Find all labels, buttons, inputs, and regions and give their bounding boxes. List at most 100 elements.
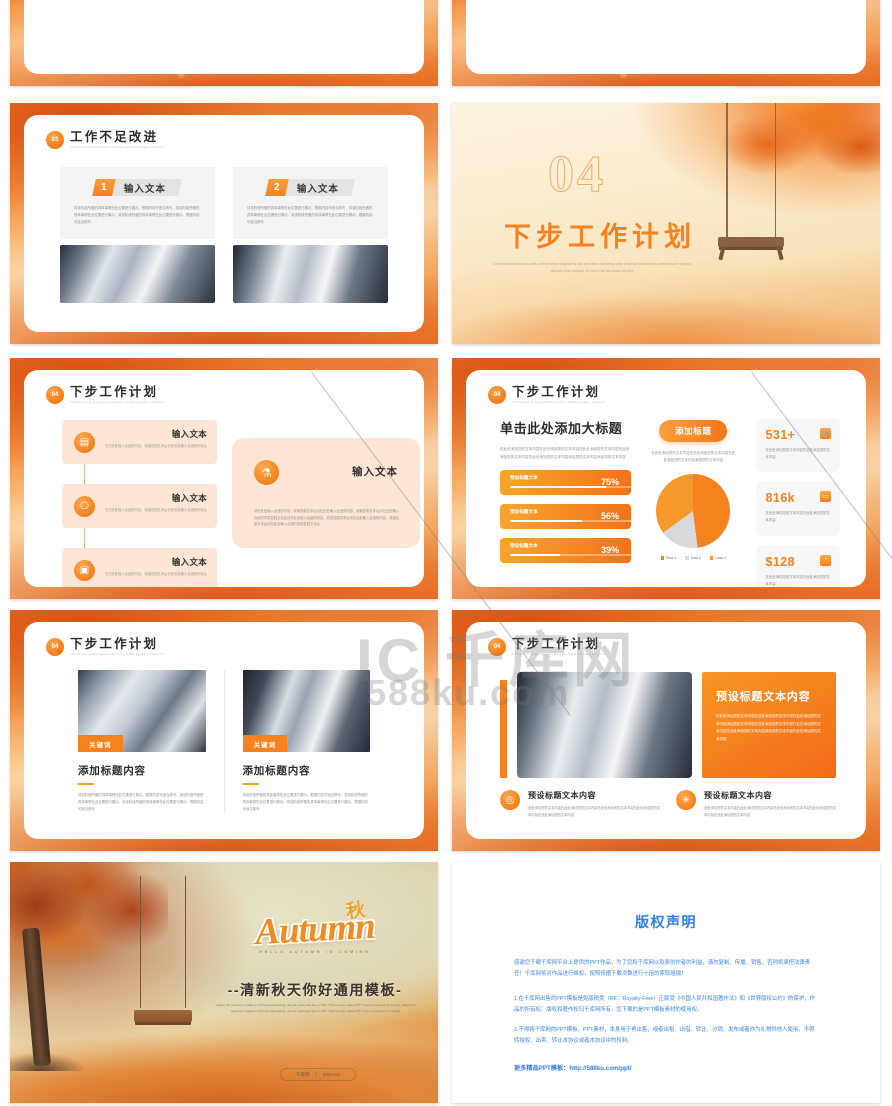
step-label: 输入文本 <box>112 179 183 196</box>
flask-icon: ⚗ <box>254 460 279 485</box>
list-item[interactable]: ⎔ 输入文本 请在此处输入合适的内容，或者复制文本后请在此处输入合适的内容后 <box>62 484 217 528</box>
section-badge: 04 <box>46 386 64 404</box>
section-number: 04 <box>548 146 606 204</box>
stat-desc: 在此处添加您的文本内容在此处添加您的文本内容 <box>765 511 830 523</box>
two-column-layout: 1 输入文本 将该阶段所做的具体事情在此位置进行展示。根据内容可适当简写，将该阶… <box>60 167 388 304</box>
copyright-link: 更多精品PPT模板：http://588ku.com/ppt/ <box>514 1065 632 1073</box>
feature-desc: 此处添加您的文本内容在此处添加您的文本内容在此处添加您的文本内容在此处添加您的文… <box>704 806 836 817</box>
slide-autumn-hero[interactable]: 秋 Autumn HELLO AUTUMN IS COMING --清新秋天你好… <box>10 862 438 1103</box>
autumn-wordmark: 秋 Autumn HELLO AUTUMN IS COMING <box>210 890 420 955</box>
photo <box>233 245 388 304</box>
bar-label: 预设标题文本 <box>510 509 538 515</box>
photo-card[interactable]: 关键词 添加标题内容 将该阶段所做的具体事情在此位置进行展示。根据内容可适当简写… <box>60 670 224 813</box>
keyword-tag: 关键词 <box>78 735 123 752</box>
column-2: 2 输入文本 将该阶段所做的具体事情在此位置进行展示。根据内容可适当简写，将该阶… <box>233 167 388 304</box>
panel-bottom: ◎ 预设标题文本内容 此处添加您的文本内容在此处添加您的文本内容在此处添加您的文… <box>500 790 836 818</box>
slide-section-cover-04[interactable]: 04 下步工作计划 Lorem ipsum dolor sit amet, co… <box>452 103 880 344</box>
slide-title: 下步工作计划 <box>512 385 601 400</box>
slide-timeline[interactable]: 04 下步工作计划 Introduction of atmospheric bu… <box>10 358 438 599</box>
progress-bar-2: 预设标题文本 56% <box>500 504 638 530</box>
clock-icon: ◔ <box>820 554 831 566</box>
card-heading: 添加标题内容 <box>78 765 146 777</box>
add-title-button[interactable]: 添加标题 <box>659 420 728 442</box>
photo-card[interactable]: 关键词 添加标题内容 将该阶段所做的具体事情在此位置进行展示。根据内容可适当简写… <box>225 670 389 813</box>
keyword-tag: 关键词 <box>242 735 287 752</box>
copyright-paragraph-3: 2.不得将千库网的PPT模板、PPT素材，本身用于再出售，或者出租、出借、转让、… <box>514 1027 815 1045</box>
slide-work-improvement[interactable]: 03 工作不足改进 Introduction of atmospheric bu… <box>10 103 438 344</box>
feature-item[interactable]: ✳ 预设标题文本内容 此处添加您的文本内容在此处添加您的文本内容在此处添加您的文… <box>676 790 836 818</box>
slide-data-dashboard[interactable]: 04 下步工作计划 Introduction of atmospheric bu… <box>452 358 880 599</box>
ppt-preview-page: ⌂ 输入标题文字 输入标题文字内容 89% 输入关键词 49% 输入关键词 <box>0 0 892 1106</box>
panel-heading: 输入文本 <box>352 466 398 478</box>
feature-heading: 预设标题文本内容 <box>528 791 596 800</box>
progress-bar-3: 预设标题文本 39% <box>500 538 638 564</box>
feature-item[interactable]: ◎ 预设标题文本内容 此处添加您的文本内容在此处添加您的文本内容在此处添加您的文… <box>500 790 660 818</box>
slide-card: ⌂ 输入标题文字 输入标题文字内容 89% 输入关键词 49% 输入关键词 <box>24 0 424 74</box>
card-heading: 添加标题内容 <box>242 765 311 777</box>
pie-chart <box>656 474 731 548</box>
slide-partial-top-left[interactable]: ⌂ 输入标题文字 输入标题文字内容 89% 输入关键词 49% 输入关键词 <box>10 0 438 86</box>
copyright-text: 感谢您下载千库网平台上提供的PPT作品，为了您和千库网以及原创作者的利益，请勿复… <box>514 958 818 1047</box>
bar-percent: 39% <box>600 545 619 556</box>
slide-orange-panel[interactable]: 04 下步工作计划 Introduction of atmospheric bu… <box>452 610 880 851</box>
main-heading: 单击此处添加大标题 <box>500 418 629 437</box>
stat-desc: 在此处添加您的文本内容在此处添加您的文本内容 <box>765 574 830 586</box>
step-description: 将该阶段所做的具体事情在此位置进行展示。根据内容可适当简写，将该阶段所做的具体事… <box>74 206 200 224</box>
timeline-list: ▤ 输入文本 请在此处输入合适的内容，或者复制文本后请在此处输入合适的内容后 ⎔… <box>62 420 217 587</box>
document-icon: ▤ <box>74 432 95 453</box>
badge-date: 2020.XX <box>322 1072 341 1077</box>
box-desc: 在此处添加您的文本内容在此处添加您的文本内容在此处添加您的文本内容添加您的文本内… <box>716 714 821 742</box>
section-badge: 03 <box>46 131 64 149</box>
slide-partial-top-right[interactable]: 后在此输入内容或者复制您的内容在这里通过复制您的文本后 <box>452 0 880 86</box>
section-subtitle: Lorem ipsum dolor sit amet, consectetuer… <box>493 262 691 273</box>
dashboard-left: 单击此处添加大标题 在此处添加您的文本内容在此处添加您的文本内容在此处添加您的文… <box>500 418 638 587</box>
item-heading: 输入文本 <box>171 493 207 503</box>
slide-header: 04 下步工作计划 Introduction of atmospheric bu… <box>46 637 163 656</box>
bar-label: 预设标题文本 <box>510 475 538 481</box>
slide-title: 下步工作计划 <box>70 637 159 652</box>
slide-subtitle: Introduction of atmospheric business sta… <box>70 400 164 404</box>
list-item[interactable]: ▣ 输入文本 请在此处输入合适的内容，或者复制文本后请在此处输入合适的内容后 <box>62 548 217 587</box>
feature-heading: 预设标题文本内容 <box>704 791 772 800</box>
panel-layout: 预设标题文本内容 在此处添加您的文本内容在此处添加您的文本内容在此处添加您的文本… <box>500 672 836 818</box>
box-heading: 预设标题文本内容 <box>716 691 811 703</box>
photo-card-row: 关键词 添加标题内容 将该阶段所做的具体事情在此位置进行展示。根据内容可适当简写… <box>60 670 388 813</box>
item-desc: 请在此处输入合适的内容，或者复制文本后请在此处输入合适的内容后 <box>104 508 207 512</box>
item-heading: 输入文本 <box>171 429 207 439</box>
wordmark-en: Autumn <box>254 905 376 954</box>
legend-item: Data 1 <box>660 556 676 560</box>
badge-row: 1 输入文本 <box>70 179 205 196</box>
slide-header: 03 工作不足改进 Introduction of atmospheric bu… <box>46 130 164 149</box>
slide-copyright[interactable]: 版权声明 感谢您下载千库网平台上提供的PPT作品，为了您和千库网以及原创作者的利… <box>452 862 880 1103</box>
slide-title: 下步工作计划 <box>70 385 159 400</box>
feature-desc: 此处添加您的文本内容在此处添加您的文本内容在此处添加您的文本内容在此处添加您的文… <box>528 806 660 817</box>
content-box: 1 输入文本 将该阶段所做的具体事情在此位置进行展示。根据内容可适当简写，将该阶… <box>60 167 215 240</box>
accent-bar <box>500 680 507 778</box>
timeline-detail-panel: ⚗ 输入文本 请在此处输入合适的内容，或者复制文本后请在此处输入合适的内容，或者… <box>232 438 420 548</box>
divider <box>242 783 259 785</box>
slide-background: 04 下步工作计划 Lorem ipsum dolor sit amet, co… <box>452 103 880 344</box>
main-desc: 在此处添加您的文本内容在此处添加您的文本内容在此处添加您的文本内容在此处添加您的… <box>500 447 630 459</box>
copyright-heading: 版权声明 <box>635 914 697 930</box>
column-1: 1 输入文本 将该阶段所做的具体事情在此位置进行展示。根据内容可适当简写，将该阶… <box>60 167 215 304</box>
stat-card: 816k ▭ 在此处添加您的文本内容在此处添加您的文本内容 <box>755 481 840 536</box>
slide-subtitle: Introduction of atmospheric business sta… <box>70 145 164 149</box>
swing-illustration <box>134 876 192 1036</box>
orange-text-box: 预设标题文本内容 在此处添加您的文本内容在此处添加您的文本内容在此处添加您的文本… <box>702 672 836 778</box>
section-badge: 04 <box>488 638 506 656</box>
card-desc: 将该阶段所做的具体事情在此位置进行展示。根据内容可适当简写，将该阶段所做的具体事… <box>78 792 204 811</box>
badge-row: 2 输入文本 <box>243 179 378 196</box>
copyright-paragraph-2: 1.在千库网出售的PPT模板是免版税类（RF：Royalty-Free）正版受《… <box>514 996 815 1014</box>
slide-photo-cards[interactable]: 04 下步工作计划 Introduction of atmospheric bu… <box>10 610 438 851</box>
section-badge: 04 <box>46 638 64 656</box>
target-icon: ◎ <box>500 790 520 810</box>
slide-card: 后在此输入内容或者复制您的内容在这里通过复制您的文本后 <box>466 0 866 74</box>
gear-icon: ✳ <box>676 790 696 810</box>
progress-bar-1: 预设标题文本 75% <box>500 470 638 496</box>
stat-card: 531+ 🔗 在此处添加您的文本内容在此处添加您的文本内容 <box>755 418 840 473</box>
slide-card: 04 下步工作计划 Introduction of atmospheric bu… <box>466 622 866 839</box>
step-label: 输入文本 <box>285 179 356 196</box>
list-item[interactable]: ▤ 输入文本 请在此处输入合适的内容，或者复制文本后请在此处输入合适的内容后 <box>62 420 217 464</box>
monitor-icon: ▭ <box>820 491 831 503</box>
item-desc: 请在此处输入合适的内容，或者复制文本后请在此处输入合适的内容后 <box>104 444 207 448</box>
